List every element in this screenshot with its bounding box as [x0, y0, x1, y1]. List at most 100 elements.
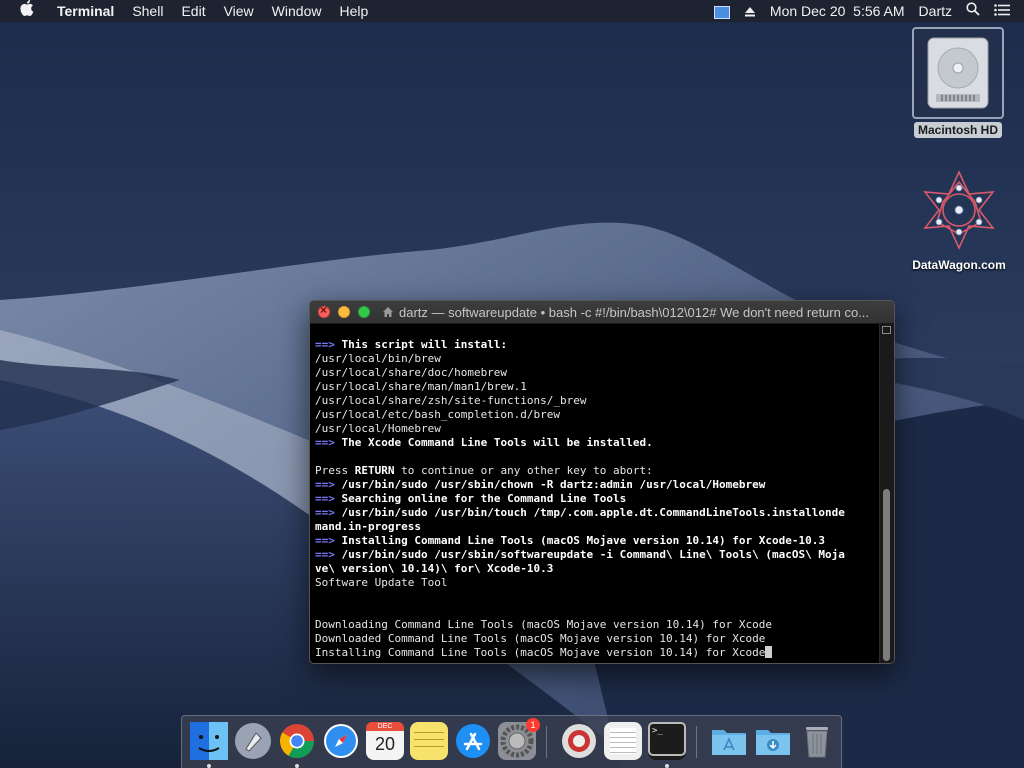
- terminal-title-bar[interactable]: dartz — softwareupdate • bash -c #!/bin/…: [310, 301, 894, 324]
- terminal-line: /usr/local/share/zsh/site-functions/_bre…: [315, 394, 880, 408]
- notes-icon[interactable]: [410, 722, 448, 760]
- macintosh-hd-desktop-icon[interactable]: Macintosh HD: [908, 27, 1008, 138]
- terminal-line: ve\ version\ 10.14)\ for\ Xcode-10.3: [315, 562, 880, 576]
- terminal-line-text: The Xcode Command Line Tools will be ins…: [341, 436, 653, 449]
- terminal-output[interactable]: ==> This script will install: /usr/local/…: [310, 324, 880, 663]
- notification-badge: 1: [526, 718, 540, 732]
- trash-icon[interactable]: [798, 722, 836, 760]
- prompt-arrow: ==>: [315, 506, 342, 519]
- applications-folder-icon[interactable]: [710, 722, 748, 760]
- app-store-icon[interactable]: [454, 722, 492, 760]
- terminal-line: ==> Searching online for the Command Lin…: [315, 492, 880, 506]
- zoom-window-button[interactable]: [358, 306, 370, 318]
- terminal-line-text: This script will install:: [341, 338, 508, 351]
- terminal-line: /usr/local/Homebrew: [315, 422, 880, 436]
- calendar-icon[interactable]: DEC 20: [366, 722, 404, 760]
- dock: DEC 20 1 >_: [181, 715, 842, 768]
- menu-bar: Terminal Shell Edit View Window Help Mon…: [0, 0, 1024, 22]
- prompt-arrow: ==>: [315, 548, 342, 561]
- prompt-arrow: ==>: [315, 478, 342, 491]
- terminal-line-text: Installing Command Line Tools (macOS Moj…: [341, 534, 825, 547]
- terminal-line-text: ve\ version\ 10.14)\ for\ Xcode-10.3: [315, 562, 554, 575]
- terminal-icon[interactable]: >_: [648, 722, 686, 768]
- running-indicator: [207, 764, 211, 768]
- terminal-line-text: /usr/local/share/man/man1/brew.1: [315, 380, 527, 393]
- terminal-line: Downloaded Command Line Tools (macOS Moj…: [315, 632, 880, 646]
- prompt-arrow: ==>: [315, 492, 342, 505]
- prompt-arrow: ==>: [315, 338, 342, 351]
- terminal-line-text: /usr/local/Homebrew: [315, 422, 441, 435]
- user-name[interactable]: Dartz: [912, 0, 959, 22]
- prompt-arrow: ==>: [315, 534, 342, 547]
- terminal-line-text: Installing Command Line Tools (macOS Moj…: [315, 646, 766, 659]
- terminal-line: Press RETURN to continue or any other ke…: [315, 464, 880, 478]
- terminal-line-text: Software Update Tool: [315, 576, 448, 589]
- terminal-line: ==> /usr/bin/sudo /usr/bin/touch /tmp/.c…: [315, 506, 880, 520]
- terminal-line-text: Press RETURN to continue or any other ke…: [315, 464, 653, 477]
- running-indicator: [295, 764, 299, 768]
- apple-menu-icon[interactable]: [0, 0, 48, 23]
- terminal-line-text: Downloading Command Line Tools (macOS Mo…: [315, 618, 772, 631]
- menu-help[interactable]: Help: [330, 0, 377, 22]
- terminal-line: /usr/local/share/doc/homebrew: [315, 366, 880, 380]
- terminal-line-text: /usr/bin/sudo /usr/sbin/chown -R dartz:a…: [341, 478, 766, 491]
- terminal-line: ==> This script will install:: [315, 338, 880, 352]
- datawagon-label: DataWagon.com: [912, 258, 1006, 272]
- terminal-line: /usr/local/share/man/man1/brew.1: [315, 380, 880, 394]
- menu-view[interactable]: View: [215, 0, 263, 22]
- scrollbar-thumb[interactable]: [883, 489, 890, 661]
- terminal-line: ==> /usr/bin/sudo /usr/sbin/chown -R dar…: [315, 478, 880, 492]
- datawagon-star-icon: [917, 168, 1001, 252]
- eject-icon[interactable]: [737, 0, 763, 22]
- spotlight-search-icon[interactable]: [959, 0, 987, 22]
- terminal-line-text: /usr/bin/sudo /usr/sbin/softwareupdate -…: [341, 548, 845, 561]
- close-window-button[interactable]: [318, 303, 330, 318]
- terminal-line-text: Downloaded Command Line Tools (macOS Moj…: [315, 632, 766, 645]
- system-preferences-icon[interactable]: 1: [498, 718, 540, 760]
- terminal-line-text: /usr/local/share/zsh/site-functions/_bre…: [315, 394, 587, 407]
- menu-shell[interactable]: Shell: [123, 0, 172, 22]
- terminal-line: Downloading Command Line Tools (macOS Mo…: [315, 618, 880, 632]
- textedit-icon[interactable]: [604, 722, 642, 760]
- terminal-line-text: mand.in-progress: [315, 520, 421, 533]
- terminal-line: ==> /usr/bin/sudo /usr/sbin/softwareupda…: [315, 548, 880, 562]
- terminal-line: mand.in-progress: [315, 520, 880, 534]
- terminal-line-text: Searching online for the Command Line To…: [341, 492, 627, 505]
- safari-icon[interactable]: [322, 722, 360, 760]
- minimize-window-button[interactable]: [338, 306, 350, 318]
- window-title-text: dartz — softwareupdate • bash -c #!/bin/…: [399, 304, 870, 320]
- terminal-line: Software Update Tool: [315, 576, 880, 590]
- prompt-arrow: ==>: [315, 436, 342, 449]
- split-pane-icon[interactable]: [882, 326, 891, 334]
- home-folder-icon: [383, 307, 393, 317]
- downloads-folder-icon[interactable]: [754, 722, 792, 760]
- running-indicator: [665, 764, 669, 768]
- launchpad-icon[interactable]: [234, 722, 272, 760]
- menu-extras: Mon Dec 20 5:56 AM Dartz: [707, 0, 1024, 22]
- terminal-line: ==> Installing Command Line Tools (macOS…: [315, 534, 880, 548]
- dock-separator: [546, 726, 547, 758]
- datawagon-desktop-icon[interactable]: DataWagon.com: [900, 168, 1018, 272]
- terminal-line: ==> The Xcode Command Line Tools will be…: [315, 436, 880, 450]
- terminal-window[interactable]: dartz — softwareupdate • bash -c #!/bin/…: [309, 300, 895, 664]
- window-title: dartz — softwareupdate • bash -c #!/bin/…: [382, 305, 882, 320]
- clock[interactable]: Mon Dec 20 5:56 AM: [763, 0, 912, 22]
- dock-separator: [696, 726, 697, 758]
- menu-edit[interactable]: Edit: [172, 0, 214, 22]
- photo-booth-icon[interactable]: [560, 722, 598, 760]
- terminal-scrollbar[interactable]: [879, 324, 894, 663]
- menu-app-name[interactable]: Terminal: [48, 0, 123, 22]
- menu-window[interactable]: Window: [263, 0, 331, 22]
- finder-icon[interactable]: [190, 722, 228, 768]
- input-source-flag-icon[interactable]: [707, 0, 737, 22]
- hard-drive-icon: [912, 27, 1004, 119]
- terminal-line-text: /usr/local/share/doc/homebrew: [315, 366, 508, 379]
- terminal-line-text: /usr/local/etc/bash_completion.d/brew: [315, 408, 561, 421]
- chrome-icon[interactable]: [278, 722, 316, 768]
- notification-center-icon[interactable]: [987, 0, 1024, 22]
- text-cursor: [765, 646, 773, 658]
- macintosh-hd-label: Macintosh HD: [913, 122, 1002, 138]
